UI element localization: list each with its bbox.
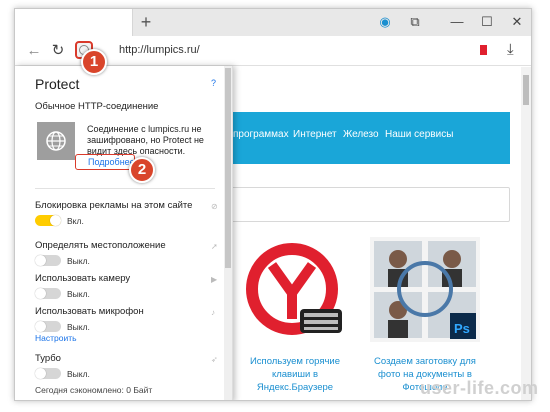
menu-item-hardware[interactable]: Железо: [343, 129, 379, 140]
toggle-adblock[interactable]: [35, 215, 61, 226]
menu-item-programs[interactable]: программах: [233, 129, 289, 140]
panel-title: Protect: [35, 76, 80, 92]
globe-icon: [46, 131, 66, 151]
toggle-turbo[interactable]: [35, 368, 61, 379]
browser-window: + ◉ ⧉ — ☐ ✕ ← ↻ http://lumpics.ru/ ⤓ про…: [14, 8, 532, 401]
state-adblock: Вкл.: [67, 216, 84, 226]
state-camera: Выкл.: [67, 289, 90, 299]
connection-type: Обычное HTTP-соединение: [35, 101, 159, 112]
site-globe-tile: [37, 122, 75, 160]
saved-traffic: Сегодня сэкономлено: 0 Байт: [35, 385, 153, 395]
more-link-highlight[interactable]: Подробнее: [75, 154, 135, 170]
download-icon[interactable]: ⤓: [507, 41, 514, 58]
close-icon[interactable]: ✕: [509, 14, 525, 30]
divider: [35, 188, 215, 189]
maximize-icon[interactable]: ☐: [479, 14, 495, 30]
configure-link[interactable]: Настроить: [35, 333, 77, 343]
panel-scrollbar[interactable]: [224, 66, 232, 400]
connection-description: Соединение с lumpics.ru не зашифровано, …: [87, 124, 204, 156]
new-tab-button[interactable]: +: [136, 12, 156, 32]
help-link[interactable]: ?: [211, 78, 216, 88]
card-title-yandex[interactable]: Используем горячие клавиши в Яндекс.Брау…: [235, 355, 355, 394]
yandex-browser-image[interactable]: [240, 237, 350, 342]
page-scroll-thumb[interactable]: [523, 75, 529, 105]
passport-photos-image[interactable]: Ps: [370, 237, 480, 342]
location-icon: ➚: [211, 242, 218, 251]
menu-item-services[interactable]: Наши сервисы: [385, 129, 453, 140]
microphone-icon: ♪: [211, 308, 215, 317]
title-bar: + ◉ ⧉ — ☐ ✕: [15, 9, 531, 36]
state-turbo: Выкл.: [67, 369, 90, 379]
toggle-knob: [35, 288, 46, 299]
menu-item-internet[interactable]: Интернет: [293, 129, 337, 140]
bookmark-icon[interactable]: [480, 45, 487, 55]
setting-label-location: Определять местоположение: [35, 240, 166, 251]
adblock-icon: ⊘: [211, 202, 218, 211]
setting-label-microphone: Использовать микрофон: [35, 306, 144, 317]
callout-2: 2: [129, 157, 155, 183]
site-search-box[interactable]: [220, 187, 510, 222]
toggle-microphone[interactable]: [35, 321, 61, 332]
url-field[interactable]: http://lumpics.ru/: [119, 44, 200, 56]
callout-1: 1: [81, 49, 107, 75]
back-icon[interactable]: ←: [25, 42, 43, 60]
svg-text:Ps: Ps: [454, 321, 470, 336]
globe-indicator-icon[interactable]: ◉: [377, 14, 393, 30]
setting-label-turbo: Турбо: [35, 353, 61, 364]
minimize-icon[interactable]: —: [449, 14, 465, 30]
toggle-camera[interactable]: [35, 288, 61, 299]
page-scrollbar[interactable]: [521, 67, 531, 400]
more-link[interactable]: Подробнее: [88, 157, 135, 167]
reload-icon[interactable]: ↻: [49, 42, 67, 60]
active-tab[interactable]: [15, 9, 133, 36]
toggle-knob: [35, 255, 46, 266]
panel-scroll-thumb[interactable]: [225, 68, 231, 268]
toggle-knob: [35, 321, 46, 332]
setting-label-adblock: Блокировка рекламы на этом сайте: [35, 200, 193, 211]
copy-icon[interactable]: ⧉: [407, 14, 423, 30]
turbo-icon: ➶: [211, 355, 218, 364]
setting-label-camera: Использовать камеру: [35, 273, 131, 284]
camera-icon: ▶: [211, 275, 218, 284]
watermark: user-life.com: [420, 378, 539, 398]
protect-panel: Protect ? Обычное HTTP-соединение Соедин…: [15, 66, 233, 400]
toggle-knob: [50, 215, 61, 226]
state-microphone: Выкл.: [67, 322, 90, 332]
toggle-knob: [35, 368, 46, 379]
state-location: Выкл.: [67, 256, 90, 266]
toggle-location[interactable]: [35, 255, 61, 266]
